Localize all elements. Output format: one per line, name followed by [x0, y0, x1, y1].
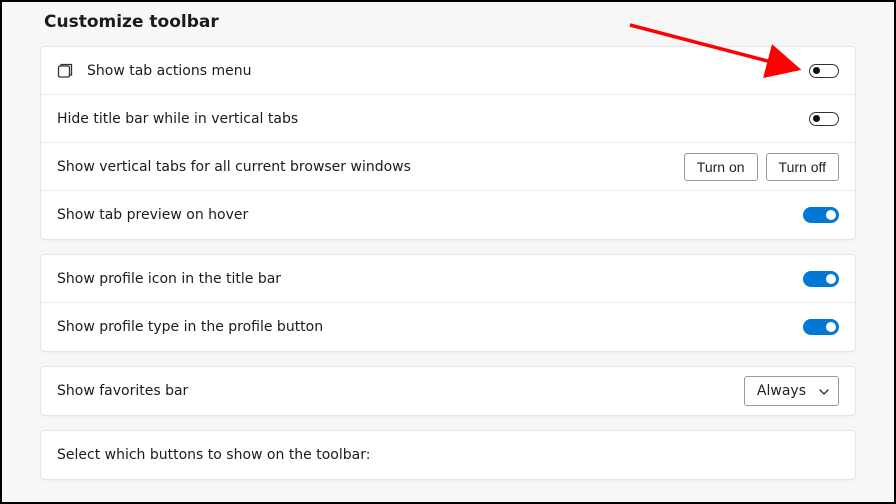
toggle-show-tab-preview-hover[interactable] — [803, 207, 839, 223]
row-label: Show profile type in the profile button — [57, 319, 803, 335]
row-label: Show tab actions menu — [87, 63, 809, 79]
chevron-down-icon — [818, 386, 828, 396]
toggle-show-tab-actions-menu[interactable] — [809, 64, 839, 78]
row-show-tab-actions-menu: Show tab actions menu — [41, 47, 855, 95]
turn-on-button[interactable]: Turn on — [684, 153, 758, 181]
toggle-show-profile-icon[interactable] — [803, 271, 839, 287]
row-buttons-heading: Select which buttons to show on the tool… — [41, 431, 855, 479]
tab-actions-icon — [57, 63, 73, 79]
page-title: Customize toolbar — [44, 12, 856, 32]
row-label: Select which buttons to show on the tool… — [57, 447, 839, 463]
toggle-hide-title-bar-vertical[interactable] — [809, 112, 839, 126]
turn-off-button[interactable]: Turn off — [766, 153, 839, 181]
row-label: Hide title bar while in vertical tabs — [57, 111, 809, 127]
select-value: Always — [757, 383, 806, 399]
toggle-show-profile-type[interactable] — [803, 319, 839, 335]
row-label: Show profile icon in the title bar — [57, 271, 803, 287]
row-label: Show favorites bar — [57, 383, 744, 399]
row-hide-title-bar-vertical: Hide title bar while in vertical tabs — [41, 95, 855, 143]
favorites-bar-select[interactable]: Always — [744, 376, 839, 406]
settings-group-tabs: Show tab actions menu Hide title bar whi… — [40, 46, 856, 240]
row-show-profile-type: Show profile type in the profile button — [41, 303, 855, 351]
row-label: Show vertical tabs for all current brows… — [57, 159, 676, 175]
settings-group-buttons: Select which buttons to show on the tool… — [40, 430, 856, 480]
row-show-tab-preview-hover: Show tab preview on hover — [41, 191, 855, 239]
row-show-profile-icon: Show profile icon in the title bar — [41, 255, 855, 303]
settings-group-favorites: Show favorites bar Always — [40, 366, 856, 416]
row-show-vertical-tabs-all: Show vertical tabs for all current brows… — [41, 143, 855, 191]
row-label: Show tab preview on hover — [57, 207, 803, 223]
row-show-favorites-bar: Show favorites bar Always — [41, 367, 855, 415]
settings-group-profile: Show profile icon in the title bar Show … — [40, 254, 856, 352]
